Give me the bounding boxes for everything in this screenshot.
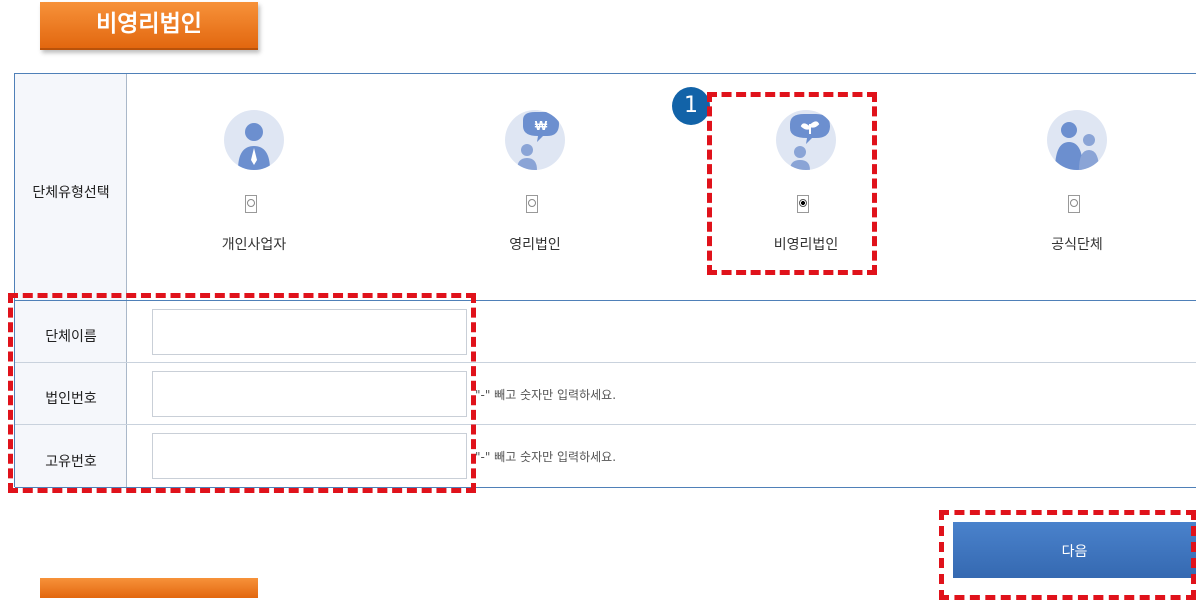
radio-for-profit[interactable] (526, 195, 538, 213)
highlight-next-button (939, 510, 1196, 600)
type-option-official-group[interactable]: 공식단체 (1002, 74, 1152, 284)
type-label-official-group: 공식단체 (1051, 237, 1103, 253)
corp-number-hint: "-" 빼고 숫자만 입력하세요. (475, 388, 617, 402)
person-icon (224, 110, 284, 170)
type-label-for-profit: 영리법인 (509, 237, 561, 253)
highlight-input-fields (8, 293, 476, 493)
next-section-tab (40, 578, 258, 598)
radio-individual[interactable] (245, 195, 257, 213)
type-label-individual: 개인사업자 (221, 237, 287, 253)
type-row-label: 단체유형선택 (32, 185, 110, 201)
group-people-icon (1047, 110, 1107, 170)
section-title-tab: 비영리법인 (40, 2, 258, 50)
won-bubble-person-icon: ₩ (505, 110, 565, 170)
type-option-for-profit[interactable]: ₩ 영리법인 (460, 74, 610, 284)
radio-official-group[interactable] (1068, 195, 1080, 213)
svg-text:₩: ₩ (535, 118, 548, 133)
step-badge: 1 (672, 87, 710, 125)
highlight-non-profit-option (707, 92, 877, 275)
type-option-individual[interactable]: 개인사업자 (179, 74, 329, 284)
unique-number-hint: "-" 빼고 숫자만 입력하세요. (475, 450, 617, 464)
